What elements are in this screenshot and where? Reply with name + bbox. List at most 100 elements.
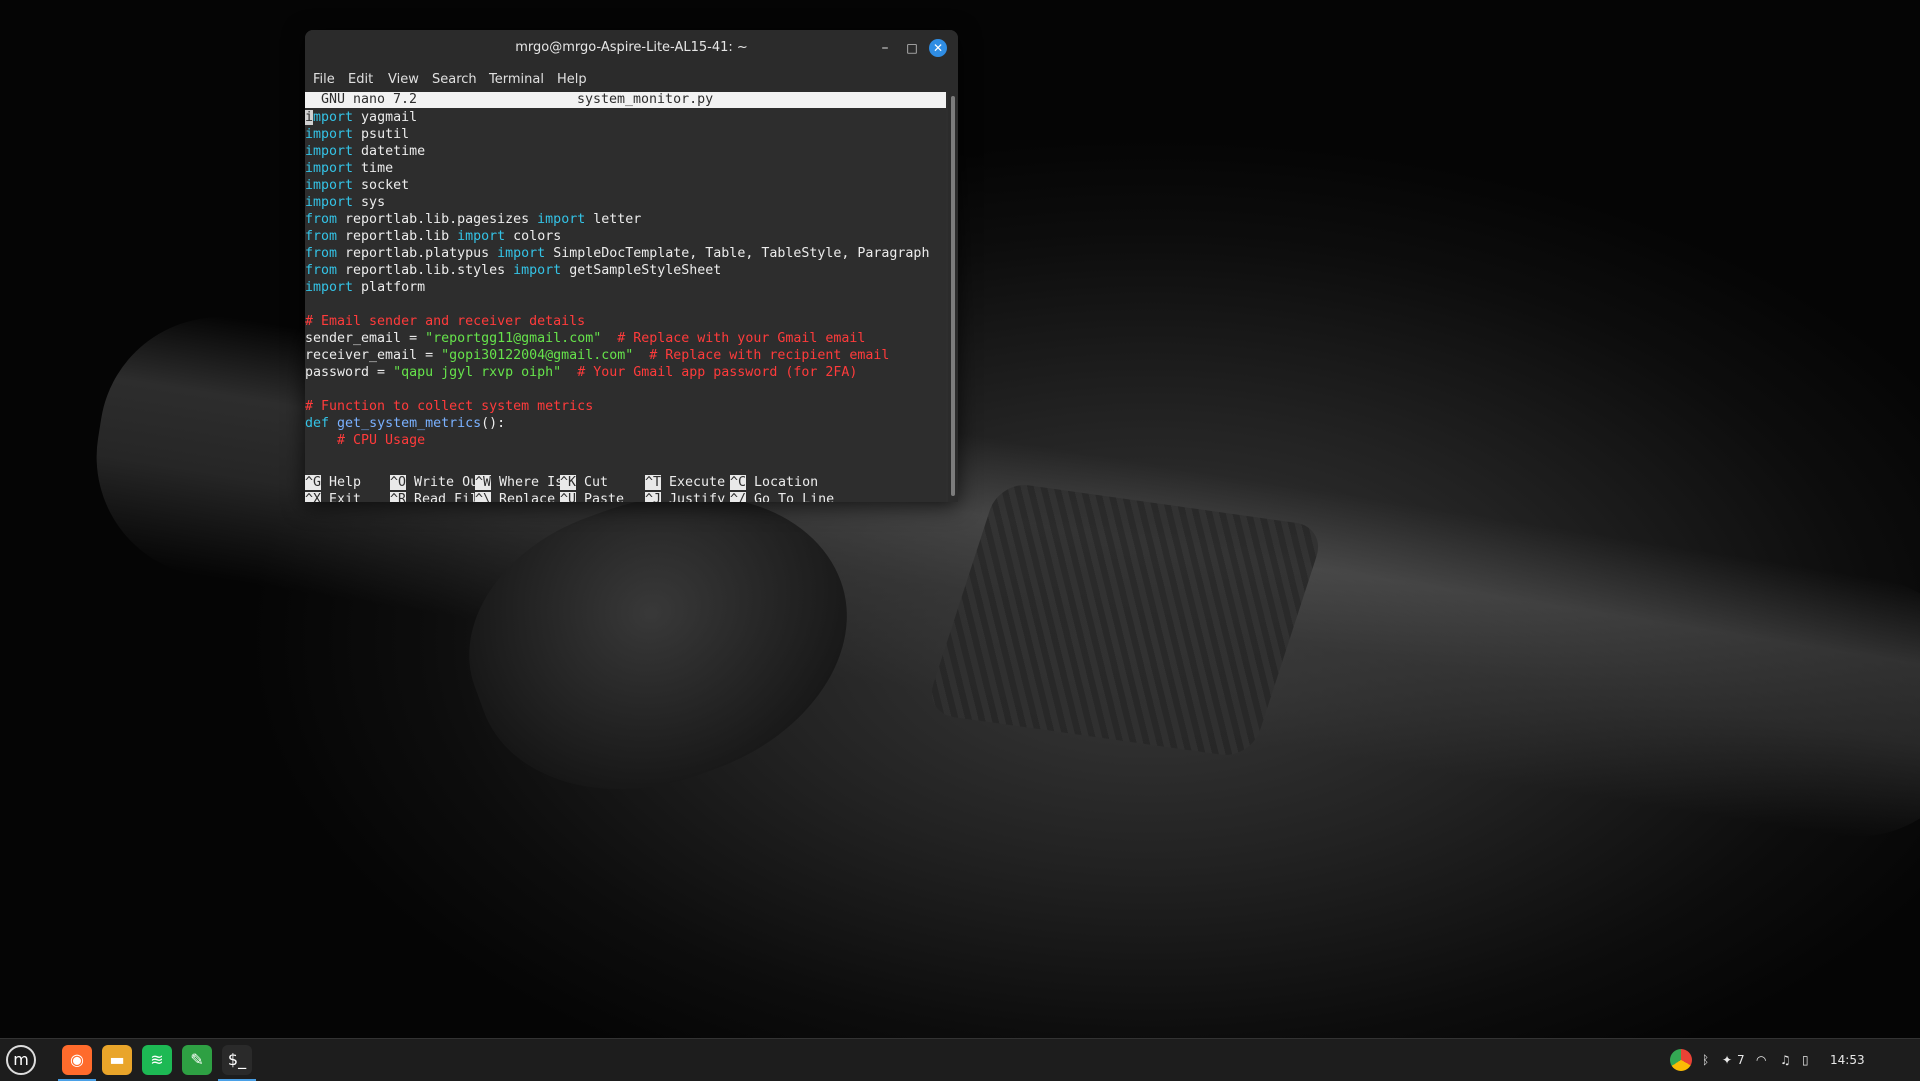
shortcut-item: ^O Write Out <box>390 474 486 491</box>
menu-search[interactable]: Search <box>432 72 477 87</box>
code-line: import yagmail <box>305 109 946 126</box>
shortcut-key: ^\ <box>475 492 492 502</box>
code-line: receiver_email = "gopi30122004@gmail.com… <box>305 347 946 364</box>
terminal-window[interactable]: mrgo@mrgo-Aspire-Lite-AL15-41: ~ – □ ✕ F… <box>305 30 958 502</box>
code-token: import <box>305 127 354 142</box>
shortcut-key: ^/ <box>730 492 747 502</box>
menu-view[interactable]: View <box>388 72 419 87</box>
notification-count: 7 <box>1737 1053 1745 1067</box>
clock[interactable]: 14:53 <box>1830 1051 1865 1069</box>
spotify-icon[interactable]: ≋ <box>142 1045 172 1075</box>
shortcut-item: ^U Paste <box>560 491 624 502</box>
code-line: # Function to collect system metrics <box>305 398 946 415</box>
code-token: colors <box>505 229 562 244</box>
shortcut-row: ^G Help ^O Write Out ^W Where Is ^K Cut ^T E… <box>305 474 946 491</box>
xed-text-editor-icon[interactable]: ✎ <box>182 1045 212 1075</box>
shortcut-label: Go To Line <box>754 492 835 502</box>
code-line: password = "qapu jgyl rxvp oiph" # Your … <box>305 364 946 381</box>
sound-icon[interactable]: ♫ <box>1780 1051 1791 1069</box>
shortcut-key: ^R <box>390 492 407 502</box>
notifications-icon[interactable]: ✦ <box>1722 1051 1732 1069</box>
nano-title-bar: GNU nano 7.2 system_monitor.py <box>305 92 946 108</box>
menu-file[interactable]: File <box>313 72 335 87</box>
code-token: yagmail <box>353 110 418 125</box>
shortcut-item: ^\ Replace <box>475 491 555 502</box>
shortcut-label: Execute <box>669 475 726 490</box>
code-token: sys <box>353 195 386 210</box>
battery-icon[interactable]: ▯ <box>1802 1051 1809 1069</box>
code-token: letter <box>585 212 642 227</box>
shortcut-label: Replace <box>499 492 556 502</box>
shortcut-key: ^T <box>645 475 662 490</box>
scrollbar-thumb[interactable] <box>951 96 955 496</box>
code-line: from reportlab.lib.pagesizes import lett… <box>305 211 946 228</box>
terminal-scrollbar[interactable] <box>948 92 958 502</box>
shortcut-item: ^T Execute <box>645 474 725 491</box>
code-editor-buffer[interactable]: import yagmail import psutil import dateti… <box>305 109 946 449</box>
terminal-icon[interactable]: $_ <box>222 1045 252 1075</box>
code-line: import time <box>305 160 946 177</box>
code-token: # Replace with your Gmail email <box>601 331 866 346</box>
code-token: from <box>305 212 338 227</box>
terminal-content[interactable]: GNU nano 7.2 system_monitor.py import ya… <box>305 92 946 502</box>
linux-mint-menu-icon[interactable]: m <box>6 1045 36 1075</box>
code-token: # CPU Usage <box>305 433 426 448</box>
firefox-icon[interactable]: ◉ <box>62 1045 92 1075</box>
shortcut-item: ^W Where Is <box>475 474 563 491</box>
code-token: import <box>305 280 354 295</box>
code-token: # Function to collect system metrics <box>305 399 594 414</box>
code-line: # CPU Usage <box>305 432 946 449</box>
code-line: # Email sender and receiver details <box>305 313 946 330</box>
shortcut-item: ^/ Go To Line <box>730 491 834 502</box>
shortcut-item: ^G Help <box>305 474 361 491</box>
code-line: from reportlab.platypus import SimpleDoc… <box>305 245 946 262</box>
code-token: "gopi30122004@gmail.com" <box>441 348 634 363</box>
code-token: SimpleDocTemplate, Table, TableStyle, Pa… <box>545 246 930 261</box>
code-line: from reportlab.lib import colors <box>305 228 946 245</box>
code-token: import <box>513 263 562 278</box>
shortcut-key: ^C <box>730 475 747 490</box>
shortcut-label: Justify <box>669 492 726 502</box>
shortcut-item: ^C Location <box>730 474 818 491</box>
code-line: sender_email = "reportgg11@gmail.com" # … <box>305 330 946 347</box>
system-tray: ᛒ ✦ 7 ◠ ♫ ▯ 14:53 <box>1670 1039 1920 1081</box>
files-folder-icon[interactable]: ▬ <box>102 1045 132 1075</box>
code-token: getSampleStyleSheet <box>561 263 722 278</box>
shortcut-label: Paste <box>584 492 625 502</box>
shortcut-key: ^G <box>305 475 322 490</box>
shortcut-label: Where Is <box>499 475 564 490</box>
close-button[interactable]: ✕ <box>929 39 947 57</box>
nano-shortcut-bar: ^G Help ^O Write Out ^W Where Is ^K Cut ^T E… <box>305 474 946 502</box>
code-token: import <box>305 161 354 176</box>
window-titlebar[interactable]: mrgo@mrgo-Aspire-Lite-AL15-41: ~ – □ ✕ <box>305 30 958 66</box>
maximize-button[interactable]: □ <box>903 39 921 57</box>
shortcut-item: ^J Justify <box>645 491 725 502</box>
code-token: import <box>305 195 354 210</box>
code-token: # Email sender and receiver details <box>305 314 586 329</box>
bluetooth-icon[interactable]: ᛒ <box>1702 1051 1709 1069</box>
minimize-button[interactable]: – <box>876 39 894 57</box>
code-token: import <box>305 144 354 159</box>
menu-help[interactable]: Help <box>557 72 587 87</box>
wifi-icon[interactable]: ◠ <box>1756 1051 1766 1069</box>
code-line: import sys <box>305 194 946 211</box>
code-token: # Replace with recipient email <box>633 348 890 363</box>
code-token: psutil <box>353 127 410 142</box>
code-token: reportlab.lib.styles <box>337 263 514 278</box>
shortcut-item: ^X Exit <box>305 491 361 502</box>
code-token: "reportgg11@gmail.com" <box>425 331 602 346</box>
code-token: from <box>305 229 338 244</box>
code-token: reportlab.platypus <box>337 246 498 261</box>
menu-terminal[interactable]: Terminal <box>489 72 544 87</box>
code-token: socket <box>353 178 410 193</box>
code-token: reportlab.lib.pagesizes <box>337 212 538 227</box>
menu-edit[interactable]: Edit <box>348 72 373 87</box>
taskbar: m ◉ ▬ ≋ ✎ $_ ᛒ ✦ 7 ◠ ♫ ▯ 14:53 <box>0 1038 1920 1081</box>
code-line: def get_system_metrics(): <box>305 415 946 432</box>
nano-version: GNU nano 7.2 <box>321 92 418 107</box>
shortcut-key: ^W <box>475 475 492 490</box>
shortcut-row: ^X Exit ^R Read File ^\ Replace ^U Paste ^J … <box>305 491 946 502</box>
chrome-tray-icon[interactable] <box>1670 1049 1692 1071</box>
shortcut-item: ^R Read File <box>390 491 486 502</box>
